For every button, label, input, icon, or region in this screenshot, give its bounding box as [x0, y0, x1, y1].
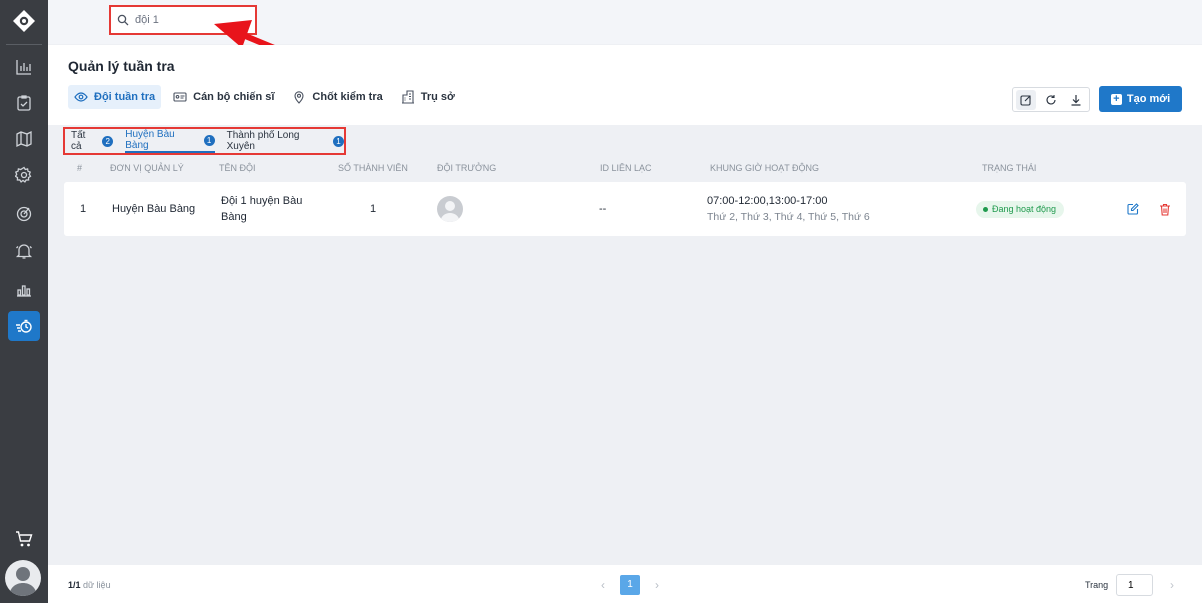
tab-label: Chốt kiểm tra: [312, 91, 383, 103]
share-icon: [1020, 94, 1031, 106]
count-badge: 2: [102, 135, 114, 147]
module-tabs: Đội tuần tra Cán bộ chiến sĩ Chốt kiểm t…: [68, 85, 461, 109]
top-bar: [48, 0, 1202, 44]
record-count-label: dữ liệu: [83, 580, 111, 590]
count-badge: 1: [333, 135, 344, 147]
status-badge: Đang hoạt động: [976, 201, 1065, 218]
clipboard-check-icon[interactable]: [8, 88, 40, 118]
row-days: Thứ 2, Thứ 3, Thứ 4, Thứ 5, Thứ 6: [707, 211, 870, 223]
search-input[interactable]: [135, 14, 245, 26]
team-leader-avatar[interactable]: [437, 196, 463, 222]
table-header: # ĐƠN VỊ QUẢN LÝ TÊN ĐỘI SỐ THÀNH VIÊN Đ…: [64, 160, 1186, 178]
tab-checkpoints[interactable]: Chốt kiểm tra: [286, 85, 388, 109]
table-row[interactable]: 1 Huyện Bàu Bàng Đội 1 huyện Bàu Bàng 1 …: [64, 182, 1186, 236]
tab-label: Cán bộ chiến sĩ: [193, 91, 275, 103]
record-count-value: 1/1: [68, 580, 81, 590]
row-index: 1: [80, 203, 87, 215]
sidebar-divider: [6, 44, 42, 45]
export-button[interactable]: [1015, 89, 1036, 110]
edit-icon: [1127, 203, 1139, 215]
search-box[interactable]: [109, 5, 257, 35]
map-pin-icon: [294, 91, 304, 104]
goto-page-label: Trang: [1085, 580, 1109, 590]
tab-headquarters[interactable]: Trụ sở: [395, 85, 461, 109]
refresh-icon: [1046, 94, 1056, 104]
record-count: 1/1 dữ liệu: [68, 580, 111, 590]
row-hours: 07:00-12:00,13:00-17:00: [707, 195, 828, 207]
table-footer: 1/1 dữ liệu ‹ 1 › Trang ›: [48, 565, 1202, 603]
column-header: ĐƠN VỊ QUẢN LÝ: [110, 163, 184, 173]
download-icon: [1071, 94, 1081, 106]
filter-bau-bang[interactable]: Huyện Bàu Bàng 1: [125, 129, 215, 153]
bar-chart-icon[interactable]: [8, 52, 40, 82]
plus-icon: +: [1110, 93, 1122, 105]
goto-page-input[interactable]: [1116, 574, 1153, 596]
building-icon: [401, 90, 414, 104]
next-page-chevron-icon[interactable]: ›: [650, 576, 664, 594]
filter-label: Thành phố Long Xuyên: [226, 130, 300, 152]
analytics-icon[interactable]: [8, 274, 40, 304]
tab-officers[interactable]: Cán bộ chiến sĩ: [167, 85, 280, 109]
patrol-icon[interactable]: [8, 311, 40, 341]
download-button[interactable]: [1066, 90, 1086, 110]
page-header-panel: Quản lý tuần tra Đội tuần tra Cán bộ chi…: [48, 45, 1202, 125]
prev-page-chevron-icon[interactable]: ‹: [596, 576, 610, 594]
goto-next-chevron-icon[interactable]: ›: [1162, 575, 1182, 595]
column-header: ID LIÊN LẠC: [600, 163, 652, 173]
app-logo-icon[interactable]: [9, 6, 39, 36]
region-filter-tabs: Tất cả 2 Huyện Bàu Bàng 1 Thành phố Long…: [63, 127, 346, 155]
create-new-button[interactable]: + Tạo mới: [1099, 86, 1182, 112]
count-badge: 1: [203, 134, 215, 146]
eye-icon: [74, 92, 88, 102]
bell-icon[interactable]: [8, 236, 40, 266]
toolbar-actions: [1012, 87, 1090, 112]
sidebar: [0, 0, 48, 603]
search-icon: [117, 14, 129, 26]
column-header: KHUNG GIỜ HOẠT ĐỘNG: [710, 163, 820, 173]
filter-label: Tất cả: [71, 130, 86, 152]
page-number-button[interactable]: 1: [620, 575, 640, 595]
map-icon[interactable]: [8, 124, 40, 154]
page-title: Quản lý tuần tra: [68, 58, 175, 74]
column-header: #: [77, 163, 83, 173]
row-member-count: 1: [370, 203, 377, 215]
refresh-button[interactable]: [1041, 90, 1061, 110]
row-contact-id: --: [599, 203, 607, 215]
gear-icon[interactable]: [8, 160, 40, 190]
column-header: SỐ THÀNH VIÊN: [338, 163, 408, 173]
tab-label: Đội tuần tra: [94, 91, 156, 103]
tab-label: Trụ sở: [420, 91, 455, 103]
pagination: ‹ 1 ›: [596, 575, 664, 595]
edit-button[interactable]: [1125, 201, 1141, 217]
filter-label: Huyện Bàu Bàng: [125, 129, 175, 151]
id-card-icon: [173, 92, 187, 102]
create-new-label: Tạo mới: [1126, 93, 1171, 105]
filter-all[interactable]: Tất cả 2: [71, 129, 114, 153]
trash-icon: [1160, 203, 1170, 216]
column-header: TÊN ĐỘI: [219, 163, 256, 173]
row-unit: Huyện Bàu Bàng: [112, 203, 196, 215]
delete-button[interactable]: [1157, 201, 1173, 217]
column-header: TRẠNG THÁI: [982, 163, 1037, 173]
row-team-name-cont: Bàng: [221, 211, 247, 223]
tab-patrol-team[interactable]: Đội tuần tra: [68, 85, 162, 109]
row-team-name: Đội 1 huyện Bàu: [221, 195, 303, 207]
user-avatar[interactable]: [5, 560, 41, 596]
target-icon[interactable]: [8, 198, 40, 228]
column-header: ĐỘI TRƯỞNG: [437, 163, 497, 173]
filter-long-xuyen[interactable]: Thành phố Long Xuyên 1: [227, 129, 344, 153]
cart-icon[interactable]: [8, 524, 40, 554]
